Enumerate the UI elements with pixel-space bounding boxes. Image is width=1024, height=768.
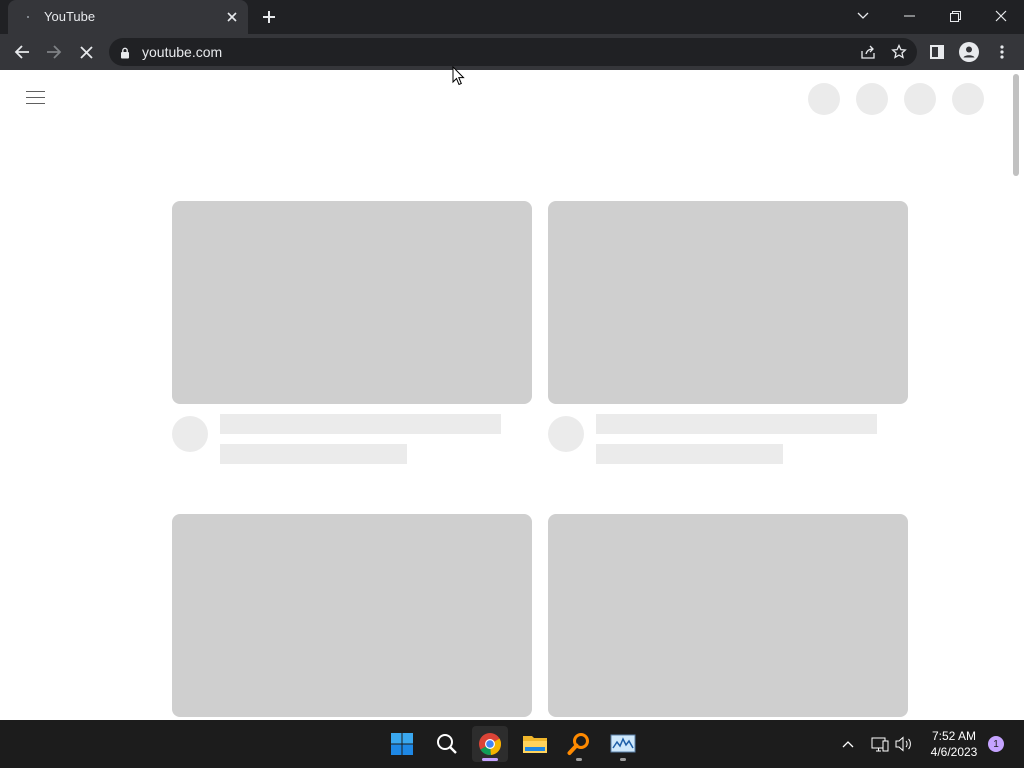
channel-avatar-placeholder (548, 416, 584, 452)
network-icon[interactable] (869, 732, 891, 756)
video-meta-placeholder (220, 444, 407, 464)
forward-button[interactable] (40, 38, 68, 66)
video-title-placeholder (596, 414, 877, 434)
start-icon[interactable] (384, 726, 420, 762)
guide-menu-icon[interactable] (26, 90, 46, 106)
channel-avatar-placeholder (172, 416, 208, 452)
browser-toolbar: youtube.com (0, 34, 1024, 70)
notification-badge[interactable]: 1 (988, 736, 1004, 752)
header-placeholder-circle (808, 83, 840, 115)
tab-title: YouTube (44, 9, 96, 24)
video-meta-placeholder (596, 444, 783, 464)
windows-taskbar: 7:52 AM 4/6/2023 (0, 720, 1024, 768)
share-icon[interactable] (859, 43, 877, 61)
chrome-icon[interactable] (472, 726, 508, 762)
video-thumbnail-placeholder (548, 514, 908, 717)
back-button[interactable] (8, 38, 36, 66)
show-hidden-icons-chevron-icon[interactable] (837, 732, 859, 756)
clock-date: 4/6/2023 (930, 745, 978, 759)
header-placeholder-circle (952, 83, 984, 115)
video-thumbnail-placeholder (548, 201, 908, 404)
mouse-cursor-icon (452, 65, 465, 91)
scrollbar-thumb[interactable] (1013, 74, 1019, 176)
side-panel-icon[interactable] (923, 38, 951, 66)
resource-monitor-icon[interactable] (605, 726, 641, 762)
lock-icon[interactable] (120, 46, 130, 64)
tab-close-icon[interactable] (222, 7, 242, 27)
search-tool-icon[interactable] (561, 726, 597, 762)
search-icon[interactable] (429, 726, 465, 762)
running-app-indicator (576, 758, 582, 761)
page-scrollbar[interactable] (1012, 70, 1020, 720)
volume-icon[interactable] (893, 732, 915, 756)
file-explorer-icon[interactable] (517, 726, 553, 762)
tab-youtube[interactable]: YouTube (8, 0, 248, 34)
active-app-indicator (482, 758, 498, 761)
bookmark-star-icon[interactable] (890, 43, 908, 61)
video-thumbnail-placeholder (172, 514, 532, 717)
address-bar[interactable]: youtube.com (109, 38, 917, 66)
clock-time: 7:52 AM (931, 729, 977, 743)
profile-avatar-icon[interactable] (955, 38, 983, 66)
running-app-indicator (620, 758, 626, 761)
video-thumbnail-placeholder (172, 201, 532, 404)
tab-search-chevron-icon[interactable] (848, 3, 878, 29)
youtube-page (0, 70, 1024, 720)
minimize-button[interactable] (894, 3, 924, 29)
header-placeholder-circle (856, 83, 888, 115)
restore-button[interactable] (940, 3, 970, 29)
url-text[interactable]: youtube.com (142, 44, 222, 60)
stop-loading-button[interactable] (72, 38, 100, 66)
close-window-button[interactable] (986, 3, 1016, 29)
browser-menu-icon[interactable] (988, 38, 1016, 66)
loading-favicon-icon (27, 16, 29, 18)
system-clock[interactable]: 7:52 AM 4/6/2023 (922, 728, 986, 760)
new-tab-button[interactable] (258, 6, 280, 28)
browser-tab-strip: YouTube (0, 0, 1024, 34)
header-placeholder-circle (904, 83, 936, 115)
video-title-placeholder (220, 414, 501, 434)
